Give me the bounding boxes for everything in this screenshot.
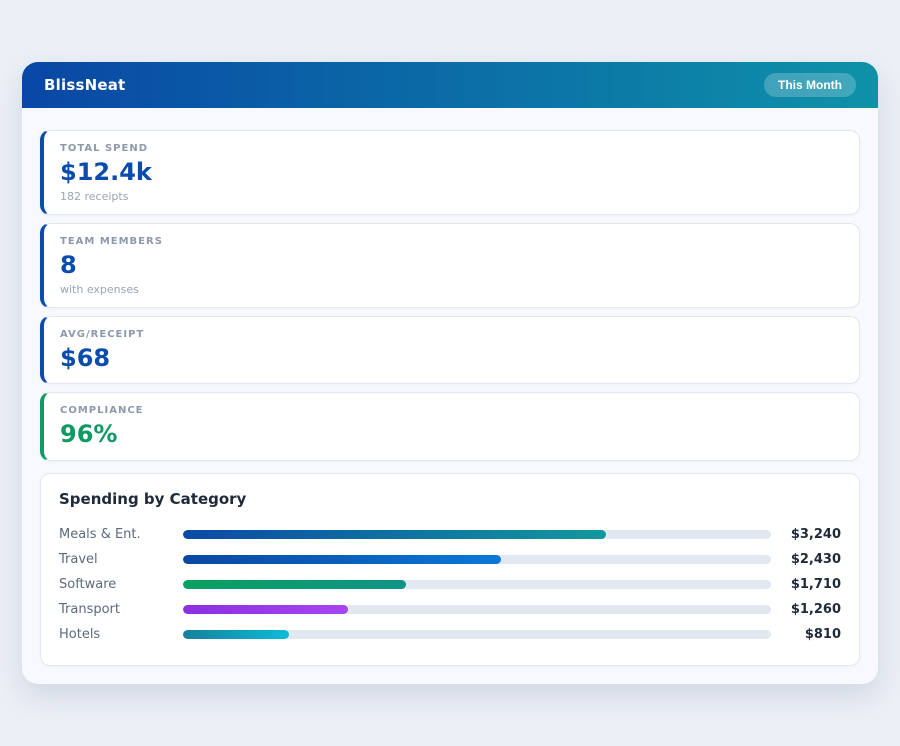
app-title: BlissNeat [44,76,125,94]
stat-card-team-members: TEAM MEMBERS 8 with expenses [40,223,860,308]
category-amount: $1,260 [777,602,841,617]
stat-label: COMPLIANCE [60,405,843,416]
stat-subtext: with expenses [60,283,843,296]
bar-fill-software [183,580,406,589]
bar-fill-transport [183,605,348,614]
stat-label: AVG/RECEIPT [60,329,843,340]
category-amount: $1,710 [777,577,841,592]
app-header: BlissNeat This Month [22,62,878,108]
bar-fill-hotels [183,630,289,639]
bar-fill-meals [183,530,606,539]
category-label: Software [59,577,177,592]
bar-track [183,555,771,564]
category-label: Transport [59,602,177,617]
bar-track [183,630,771,639]
bar-track [183,605,771,614]
category-amount: $2,430 [777,552,841,567]
bar-fill-travel [183,555,501,564]
stat-label: TOTAL SPEND [60,143,843,154]
stat-value: 8 [60,251,843,280]
stat-value: 96% [60,420,843,449]
category-amount: $810 [777,627,841,642]
stat-subtext: 182 receipts [60,190,843,203]
stat-value: $68 [60,344,843,373]
spending-by-category-panel: Spending by Category Meals & Ent. $3,240… [40,473,860,666]
category-label: Hotels [59,627,177,642]
bar-track [183,530,771,539]
category-label: Meals & Ent. [59,527,177,542]
period-badge[interactable]: This Month [764,73,856,97]
stat-card-total-spend: TOTAL SPEND $12.4k 182 receipts [40,130,860,215]
stat-value: $12.4k [60,158,843,187]
chart-row-travel: Travel $2,430 [59,547,841,572]
category-amount: $3,240 [777,527,841,542]
chart-row-software: Software $1,710 [59,572,841,597]
panel-title: Spending by Category [59,490,841,508]
dashboard-content: TOTAL SPEND $12.4k 182 receipts TEAM MEM… [22,108,878,684]
chart-row-transport: Transport $1,260 [59,597,841,622]
bar-track [183,580,771,589]
chart-row-meals: Meals & Ent. $3,240 [59,522,841,547]
category-label: Travel [59,552,177,567]
stat-card-compliance: COMPLIANCE 96% [40,392,860,461]
chart-row-hotels: Hotels $810 [59,622,841,647]
stat-label: TEAM MEMBERS [60,236,843,247]
stat-card-avg-receipt: AVG/RECEIPT $68 [40,316,860,385]
dashboard-card: BlissNeat This Month TOTAL SPEND $12.4k … [22,62,878,684]
